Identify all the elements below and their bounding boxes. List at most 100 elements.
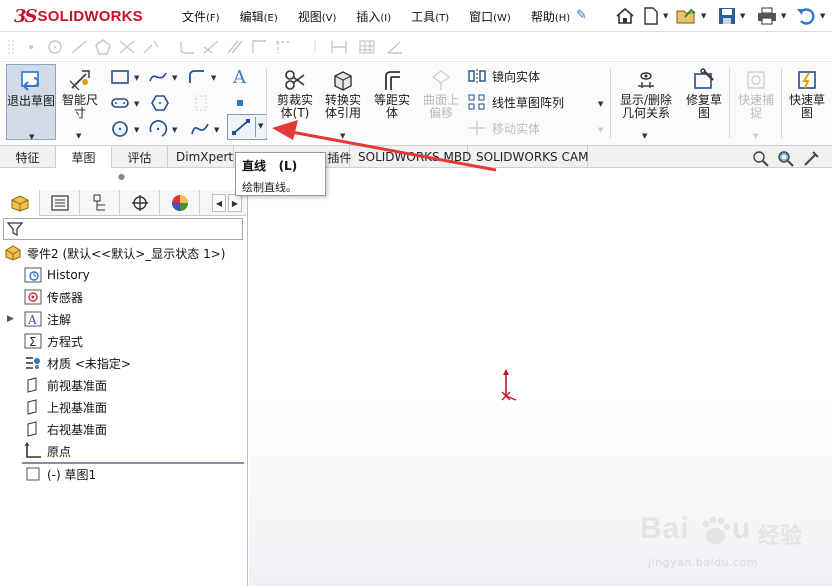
- chevron-down-icon[interactable]: ▼: [29, 131, 34, 144]
- grid-icon[interactable]: [358, 39, 376, 55]
- chevron-down-icon[interactable]: ▼: [753, 130, 758, 143]
- angle-icon[interactable]: [386, 39, 404, 55]
- chevron-down-icon[interactable]: ▼: [340, 130, 345, 143]
- open-folder-icon[interactable]: [676, 5, 698, 27]
- rectangle-icon[interactable]: [109, 67, 131, 87]
- chevron-down-icon[interactable]: ▼: [781, 12, 786, 20]
- tab-scroll-right-icon[interactable]: ▶: [228, 194, 242, 212]
- offset-on-surface-button[interactable]: 曲面上 偏移: [418, 64, 464, 120]
- feature-manager-tab[interactable]: [0, 190, 40, 216]
- print-icon[interactable]: [756, 5, 778, 27]
- chevron-down-icon[interactable]: ▼: [740, 12, 745, 20]
- menu-edit[interactable]: 编辑(E): [240, 8, 278, 25]
- chevron-down-icon[interactable]: ▼: [820, 12, 825, 20]
- tree-item-equations[interactable]: Σ 方程式: [24, 331, 83, 351]
- smart-dimension-button[interactable]: 智能尺 寸 ▼: [58, 64, 102, 140]
- extend-icon[interactable]: [142, 39, 160, 55]
- chamfer-icon[interactable]: [202, 39, 220, 55]
- pin-icon[interactable]: ✎: [576, 8, 587, 23]
- tree-item-origin[interactable]: 原点: [24, 441, 71, 461]
- fillet-sketch-icon[interactable]: [186, 67, 208, 87]
- chevron-down-icon[interactable]: ▼: [134, 126, 139, 134]
- dimxpert-manager-tab[interactable]: [120, 190, 160, 216]
- convert-entities-button[interactable]: 转换实 体引用 ▼: [320, 64, 366, 140]
- point-icon[interactable]: [22, 39, 40, 55]
- sketch-origin-icon[interactable]: [497, 366, 521, 406]
- menu-insert[interactable]: 插入(I): [356, 8, 391, 25]
- feature-tree-filter[interactable]: [3, 218, 243, 240]
- tree-item-sensors[interactable]: 传感器: [24, 287, 83, 307]
- tab-dimxpert[interactable]: DimXpert: [168, 146, 234, 168]
- menu-tools[interactable]: 工具(T): [411, 8, 449, 25]
- text-icon[interactable]: A: [229, 66, 251, 86]
- display-manager-tab[interactable]: [160, 190, 200, 216]
- zoom-to-fit-icon[interactable]: [752, 150, 770, 168]
- tree-item-front-plane[interactable]: 前视基准面: [24, 375, 107, 395]
- menu-file[interactable]: 文件(F): [182, 8, 220, 25]
- spline-sketch-icon[interactable]: [189, 119, 211, 139]
- chevron-down-icon[interactable]: ▼: [172, 74, 177, 82]
- rapid-sketch-button[interactable]: 快速草 图: [784, 64, 830, 120]
- exit-sketch-button[interactable]: 退出草图 ▼: [6, 64, 56, 141]
- previous-view-icon[interactable]: [802, 150, 820, 168]
- dimension-icon[interactable]: [330, 39, 348, 55]
- fillet-icon[interactable]: [178, 39, 196, 55]
- save-icon[interactable]: [716, 5, 738, 27]
- trim-icon[interactable]: [118, 39, 136, 55]
- tab-mbd[interactable]: SOLIDWORKS MBD: [350, 146, 471, 168]
- slot-icon[interactable]: [109, 93, 131, 113]
- chevron-down-icon[interactable]: ▼: [76, 130, 81, 143]
- circle-icon[interactable]: [46, 39, 64, 55]
- chevron-down-icon[interactable]: ▼: [134, 74, 139, 82]
- menu-window[interactable]: 窗口(W): [469, 8, 511, 25]
- chevron-down-icon[interactable]: ▼: [134, 100, 139, 108]
- chevron-down-icon[interactable]: ▼: [701, 12, 706, 20]
- chevron-down-icon[interactable]: ▼: [214, 126, 219, 134]
- panel-splitter-handle[interactable]: ●: [118, 172, 125, 181]
- tab-scroll-left-icon[interactable]: ◀: [212, 194, 226, 212]
- mirror-entities-button[interactable]: 镜向实体: [468, 67, 540, 85]
- home-icon[interactable]: [614, 5, 636, 27]
- tab-cam[interactable]: SOLIDWORKS CAM: [468, 146, 588, 168]
- circle-sketch-icon[interactable]: [109, 119, 131, 139]
- tree-item-sketch1[interactable]: (-) 草图1: [24, 464, 96, 484]
- offset-entities-button[interactable]: 等距实 体: [369, 64, 415, 120]
- move-entities-button[interactable]: 移动实体: [468, 119, 540, 137]
- tree-item-right-plane[interactable]: 右视基准面: [24, 419, 107, 439]
- quick-snaps-button[interactable]: 快速捕 捉 ▼: [733, 64, 779, 140]
- chevron-down-icon[interactable]: ▼: [598, 126, 603, 134]
- arc-sketch-icon[interactable]: [147, 119, 169, 139]
- tree-item-top-plane[interactable]: 上视基准面: [24, 397, 107, 417]
- polygon-sketch-icon[interactable]: [149, 93, 171, 113]
- point-sketch-icon[interactable]: [229, 93, 251, 113]
- tree-item-annotations[interactable]: A 注解: [24, 309, 71, 329]
- parallel-icon[interactable]: [226, 39, 244, 55]
- tree-item-material[interactable]: 材质 <未指定>: [24, 353, 131, 373]
- menu-view[interactable]: 视图(V): [298, 8, 337, 25]
- tab-evaluate[interactable]: 评估: [112, 146, 168, 168]
- property-manager-tab[interactable]: [40, 190, 80, 216]
- linear-pattern-button[interactable]: 线性草图阵列: [468, 93, 564, 111]
- display-delete-relations-button[interactable]: 显示/删除 几何关系 ▼: [614, 64, 678, 140]
- configuration-manager-tab[interactable]: [80, 190, 120, 216]
- polygon-icon[interactable]: [94, 39, 112, 55]
- tab-features[interactable]: 特征: [0, 146, 56, 168]
- line-icon[interactable]: [70, 39, 88, 55]
- line-button[interactable]: ▼: [227, 114, 267, 140]
- perpendicular-icon[interactable]: [250, 39, 268, 55]
- chevron-down-icon[interactable]: ▼: [642, 130, 647, 143]
- centerline-icon[interactable]: [274, 39, 292, 55]
- zoom-to-area-icon[interactable]: [777, 150, 795, 168]
- chevron-down-icon[interactable]: ▼: [211, 74, 216, 82]
- menu-help[interactable]: 帮助(H): [531, 8, 570, 25]
- tab-sketch[interactable]: 草图: [56, 146, 112, 169]
- chevron-down-icon[interactable]: ▼: [172, 126, 177, 134]
- tree-part-root[interactable]: 零件2 (默认<<默认>_显示状态 1>): [4, 243, 225, 263]
- spline-icon[interactable]: [147, 67, 169, 87]
- chevron-down-icon[interactable]: ▼: [663, 12, 668, 20]
- filter-icon[interactable]: [7, 221, 23, 237]
- new-document-icon[interactable]: [640, 5, 662, 27]
- tree-item-history[interactable]: History: [24, 265, 90, 285]
- undo-icon[interactable]: [795, 5, 817, 27]
- chevron-down-icon[interactable]: ▼: [258, 122, 263, 130]
